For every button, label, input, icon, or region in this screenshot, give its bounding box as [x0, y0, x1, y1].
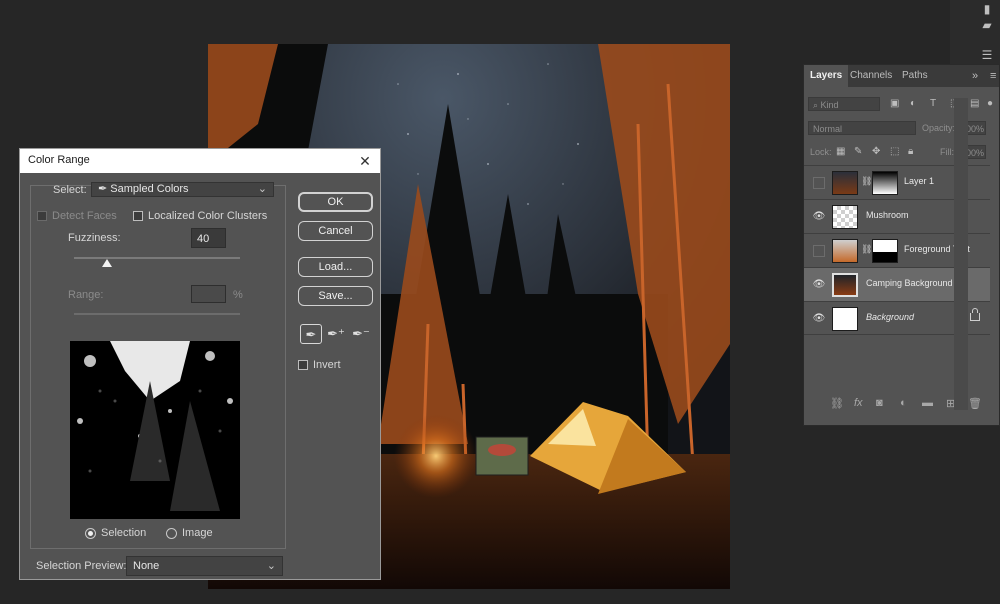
layers-panel: Layers Channels Paths » ≡ ⌕ Kind ▣ ◐ T ⬚… [803, 64, 1000, 426]
comment-icon[interactable]: ▰ [976, 16, 998, 34]
lock-all-icon[interactable]: 🔒︎ [908, 146, 913, 157]
mask-icon[interactable]: ◙ [876, 397, 883, 411]
selection-radio-label: Selection [101, 527, 147, 539]
lock-artboard-icon[interactable]: ⬚ [890, 146, 899, 157]
lock-image-icon[interactable]: ✎ [854, 146, 862, 157]
color-range-dialog: Color Range ✕ Select: ✒ Sampled Colors ⌄… [19, 148, 381, 580]
layer-name: Mushroom [866, 210, 909, 220]
search-icon: ⌕ [813, 100, 821, 110]
tab-channels[interactable]: Channels [844, 65, 898, 87]
dialog-title: Color Range [28, 154, 90, 166]
layer-thumbnail [832, 205, 858, 229]
lock-transparent-icon[interactable]: ▦ [836, 146, 845, 157]
link-icon[interactable]: ⛓ [830, 397, 844, 411]
filter-smart-object-icon[interactable]: ▤ [970, 98, 979, 109]
eyedropper-icon[interactable]: ✒ [300, 324, 322, 344]
selection-radio[interactable] [85, 528, 96, 539]
lock-position-icon[interactable]: ✥ [872, 146, 880, 157]
select-value: Sampled Colors [110, 183, 189, 195]
selection-preview-dropdown[interactable]: None ⌄ [126, 556, 283, 576]
fuzziness-label: Fuzziness: [68, 232, 121, 244]
mask-link-icon[interactable]: ⛓ [861, 244, 872, 258]
save-button[interactable]: Save... [298, 286, 373, 306]
tab-paths[interactable]: Paths [896, 65, 934, 87]
range-label: Range: [68, 289, 104, 301]
range-unit: % [233, 289, 243, 301]
chevron-down-icon: ⌄ [266, 560, 276, 572]
layer-thumbnail [832, 239, 858, 263]
filter-type-icon[interactable]: T [930, 98, 936, 109]
filter-adjustment-icon[interactable]: ◐ [910, 98, 916, 109]
mask-link-icon[interactable]: ⛓ [861, 176, 872, 190]
visibility-toggle[interactable] [813, 177, 825, 189]
range-slider-track [74, 313, 240, 315]
fill-label: Fill: [940, 147, 954, 157]
layer-thumbnail [832, 307, 858, 331]
layer-thumbnail [832, 273, 858, 297]
folder-icon[interactable]: ▬ [922, 397, 933, 411]
selection-preview-label: Selection Preview: [36, 560, 127, 572]
invert-label: Invert [313, 359, 341, 371]
filter-pixel-icon[interactable]: ▣ [890, 98, 899, 109]
chevron-down-icon: ⌄ [257, 183, 267, 195]
panel-collapse-icon[interactable]: » [966, 65, 984, 87]
eye-icon[interactable]: 👁︎ [812, 210, 826, 224]
adjustment-icon[interactable]: ◐ [900, 397, 907, 411]
dialog-titlebar[interactable]: Color Range ✕ [20, 149, 380, 173]
layer-name: Camping Background [866, 278, 953, 288]
invert-checkbox[interactable] [298, 360, 308, 370]
fx-icon[interactable]: fx [854, 397, 863, 411]
right-toolbar: ▮ ▰ ☰ [950, 0, 1000, 65]
eyedropper-plus-icon[interactable]: ✒⁺ [325, 324, 347, 344]
select-dropdown[interactable]: ✒ Sampled Colors ⌄ [91, 182, 274, 197]
eye-icon[interactable]: 👁︎ [812, 312, 826, 326]
kind-filter-label: Kind [820, 100, 839, 110]
lock-icon [970, 308, 980, 321]
opacity-label: Opacity: [922, 123, 956, 133]
ok-button[interactable]: OK [298, 192, 373, 212]
trash-icon[interactable]: 🗑︎ [968, 397, 982, 411]
range-field [191, 285, 226, 303]
layer-name: Background [866, 312, 915, 322]
panel-tabs: Layers Channels Paths » ≡ [804, 65, 999, 87]
eyedropper-minus-icon[interactable]: ✒⁻ [350, 324, 372, 344]
tab-layers[interactable]: Layers [804, 65, 849, 87]
eyedropper-icon: ✒ [98, 183, 111, 195]
detect-faces-label: Detect Faces [52, 210, 117, 222]
filter-toggle-icon[interactable]: ● [987, 98, 993, 109]
image-radio[interactable] [166, 528, 177, 539]
lock-label: Lock: [810, 147, 832, 157]
select-label: Select: [53, 184, 87, 196]
selection-preview-image [70, 341, 240, 519]
layers-scrollbar[interactable] [954, 98, 968, 410]
layer-mask-thumbnail[interactable] [872, 171, 898, 195]
blend-mode-select[interactable]: Normal [808, 121, 916, 135]
image-radio-label: Image [182, 527, 213, 539]
panel-menu-icon[interactable]: ≡ [984, 65, 1000, 87]
layer-thumbnail [832, 171, 858, 195]
fuzziness-slider-handle[interactable] [102, 259, 113, 267]
close-icon[interactable]: ✕ [354, 151, 376, 171]
fuzziness-slider-track[interactable] [74, 257, 240, 259]
selection-preview-value: None [133, 560, 160, 572]
layer-name: Layer 1 [904, 176, 935, 186]
layer-mask-thumbnail[interactable] [872, 239, 898, 263]
visibility-toggle[interactable] [813, 245, 825, 257]
fuzziness-field[interactable]: 40 [191, 228, 226, 248]
localized-clusters-checkbox[interactable] [133, 211, 143, 221]
load-button[interactable]: Load... [298, 257, 373, 277]
kind-filter[interactable]: ⌕ Kind [808, 97, 880, 111]
cancel-button[interactable]: Cancel [298, 221, 373, 241]
eye-icon[interactable]: 👁︎ [812, 278, 826, 292]
properties-icon[interactable]: ☰ [976, 46, 998, 64]
localized-clusters-label: Localized Color Clusters [148, 210, 268, 222]
detect-faces-checkbox[interactable] [37, 211, 47, 221]
